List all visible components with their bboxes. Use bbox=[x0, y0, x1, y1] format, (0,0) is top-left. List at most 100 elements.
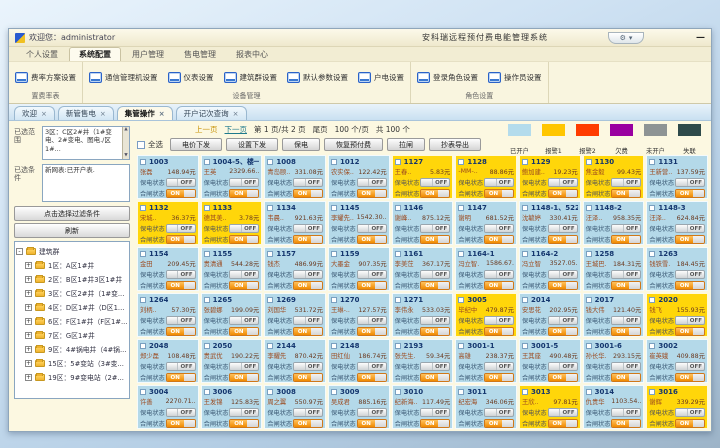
toolbar-button[interactable]: 设置下发 bbox=[226, 138, 278, 151]
protect-toggle[interactable]: OFF bbox=[548, 270, 578, 279]
protect-toggle[interactable]: OFF bbox=[166, 408, 196, 417]
protect-toggle[interactable]: OFF bbox=[484, 316, 514, 325]
tree-item[interactable]: + 2区：B区1#井3区1#井 bbox=[16, 272, 128, 286]
switch-toggle[interactable]: ON bbox=[611, 327, 641, 336]
protect-toggle[interactable]: OFF bbox=[484, 224, 514, 233]
filter-button[interactable]: 点击选择过滤条件 bbox=[14, 206, 130, 221]
meter-card[interactable]: 1145 李耀先.. 1542.30.. 保电状态 OFF 合闸状态 ON bbox=[328, 201, 390, 245]
card-checkbox[interactable] bbox=[331, 343, 337, 349]
expand-icon[interactable]: + bbox=[25, 346, 32, 353]
protect-toggle[interactable]: OFF bbox=[420, 270, 450, 279]
expand-icon[interactable]: + bbox=[25, 318, 32, 325]
meter-card[interactable]: 1130 焦金毅 99.43元 保电状态 OFF 合闸状态 ON bbox=[583, 155, 645, 199]
card-checkbox[interactable] bbox=[586, 205, 592, 211]
switch-toggle[interactable]: ON bbox=[548, 281, 578, 290]
card-checkbox[interactable] bbox=[140, 343, 146, 349]
protect-toggle[interactable]: OFF bbox=[611, 178, 641, 187]
refresh-button[interactable]: 刷新 bbox=[14, 223, 130, 238]
switch-toggle[interactable]: ON bbox=[293, 373, 323, 382]
protect-toggle[interactable]: OFF bbox=[611, 408, 641, 417]
meter-card[interactable]: 3001-6 孙长华. 293.15元 保电状态 OFF 合闸状态 ON bbox=[583, 339, 645, 383]
card-checkbox[interactable] bbox=[140, 389, 146, 395]
meter-card[interactable]: 2017 钱大伟 121.40元 保电状态 OFF 合闸状态 ON bbox=[583, 293, 645, 337]
card-checkbox[interactable] bbox=[458, 343, 464, 349]
switch-toggle[interactable]: ON bbox=[229, 281, 259, 290]
switch-toggle[interactable]: ON bbox=[484, 189, 514, 198]
menu-tab[interactable]: 报表中心 bbox=[227, 48, 277, 61]
meter-card[interactable]: 1003 张磊 148.94元 保电状态 OFF 合闸状态 ON bbox=[137, 155, 199, 199]
switch-toggle[interactable]: ON bbox=[611, 419, 641, 428]
card-checkbox[interactable] bbox=[204, 297, 210, 303]
card-checkbox[interactable] bbox=[522, 251, 528, 257]
meter-card[interactable]: 2144 李耀先 870.42元 保电状态 OFF 合闸状态 ON bbox=[264, 339, 326, 383]
meter-card[interactable]: 2014 安思花 202.95元 保电状态 OFF 合闸状态 ON bbox=[519, 293, 581, 337]
protect-toggle[interactable]: OFF bbox=[293, 224, 323, 233]
card-checkbox[interactable] bbox=[331, 251, 337, 257]
protect-toggle[interactable]: OFF bbox=[484, 362, 514, 371]
protect-toggle[interactable]: OFF bbox=[166, 316, 196, 325]
card-checkbox[interactable] bbox=[331, 389, 337, 395]
meter-card[interactable]: 1263 钱铁雪. 184.45元 保电状态 OFF 合闸状态 ON bbox=[646, 247, 708, 291]
card-checkbox[interactable] bbox=[395, 389, 401, 395]
protect-toggle[interactable]: OFF bbox=[548, 362, 578, 371]
meter-card[interactable]: 1148-2 汪泽.. 958.35元 保电状态 OFF 合闸状态 ON bbox=[583, 201, 645, 245]
skin-button[interactable]: ⚙ ▾ bbox=[608, 32, 644, 44]
meter-card[interactable]: 1271 李伟永 533.03元 保电状态 OFF 合闸状态 ON bbox=[392, 293, 454, 337]
tree-item[interactable]: + 9区：4#锅电井（4#锅... bbox=[16, 342, 128, 356]
last-page-link[interactable]: 尾页 bbox=[313, 124, 328, 135]
protect-toggle[interactable]: OFF bbox=[166, 224, 196, 233]
switch-toggle[interactable]: ON bbox=[675, 327, 705, 336]
meter-card[interactable]: 2050 贵武优 190.22元 保电状态 OFF 合闸状态 ON bbox=[201, 339, 263, 383]
toolbar-button[interactable]: 保电 bbox=[282, 138, 320, 151]
switch-toggle[interactable]: ON bbox=[420, 373, 450, 382]
doc-tab[interactable]: 欢迎 × bbox=[14, 106, 55, 120]
switch-toggle[interactable]: ON bbox=[293, 419, 323, 428]
menu-tab[interactable]: 售电管理 bbox=[175, 48, 225, 61]
card-checkbox[interactable] bbox=[586, 159, 592, 165]
ribbon-button[interactable]: 户电设置 bbox=[358, 72, 404, 83]
protect-toggle[interactable]: OFF bbox=[357, 270, 387, 279]
protect-toggle[interactable]: OFF bbox=[293, 362, 323, 371]
protect-toggle[interactable]: OFF bbox=[293, 316, 323, 325]
protect-toggle[interactable]: OFF bbox=[484, 408, 514, 417]
card-checkbox[interactable] bbox=[267, 343, 273, 349]
switch-toggle[interactable]: ON bbox=[484, 235, 514, 244]
card-checkbox[interactable] bbox=[458, 251, 464, 257]
protect-toggle[interactable]: OFF bbox=[611, 270, 641, 279]
expand-icon[interactable]: + bbox=[25, 262, 32, 269]
meter-card[interactable]: 1161 李美茳 367.17元 保电状态 OFF 合闸状态 ON bbox=[392, 247, 454, 291]
card-checkbox[interactable] bbox=[395, 343, 401, 349]
tree-item[interactable]: + 1区：A区1#井 bbox=[16, 258, 128, 272]
tree-item[interactable]: + 15区：5#变站（3#变... bbox=[16, 356, 128, 370]
switch-toggle[interactable]: ON bbox=[420, 189, 450, 198]
protect-toggle[interactable]: OFF bbox=[611, 362, 641, 371]
switch-toggle[interactable]: ON bbox=[548, 373, 578, 382]
card-checkbox[interactable] bbox=[458, 159, 464, 165]
expand-icon[interactable]: + bbox=[25, 332, 32, 339]
meter-card[interactable]: 3013 王欣.. 97.81元 保电状态 OFF 合闸状态 ON bbox=[519, 385, 581, 429]
protect-toggle[interactable]: OFF bbox=[484, 178, 514, 187]
meter-card[interactable]: 1146 谢峰.. 875.12元 保电状态 OFF 合闸状态 ON bbox=[392, 201, 454, 245]
meter-card[interactable]: 1134 韦晨.. 921.63元 保电状态 OFF 合闸状态 ON bbox=[264, 201, 326, 245]
meter-card[interactable]: 1154 金田 209.45元 保电状态 OFF 合闸状态 ON bbox=[137, 247, 199, 291]
switch-toggle[interactable]: ON bbox=[229, 189, 259, 198]
protect-toggle[interactable]: OFF bbox=[675, 178, 705, 187]
protect-toggle[interactable]: OFF bbox=[357, 224, 387, 233]
switch-toggle[interactable]: ON bbox=[166, 373, 196, 382]
close-icon[interactable]: × bbox=[233, 110, 239, 118]
minimize-button[interactable]: — bbox=[696, 33, 705, 43]
ribbon-button[interactable]: 仪表设置 bbox=[168, 72, 214, 83]
card-checkbox[interactable] bbox=[522, 205, 528, 211]
meter-card[interactable]: 1132 宋城.. 36.37元 保电状态 OFF 合闸状态 ON bbox=[137, 201, 199, 245]
switch-toggle[interactable]: ON bbox=[675, 281, 705, 290]
protect-toggle[interactable]: OFF bbox=[484, 270, 514, 279]
meter-card[interactable]: 1270 王琳-.. 127.57元 保电状态 OFF 合闸状态 ON bbox=[328, 293, 390, 337]
card-checkbox[interactable] bbox=[649, 389, 655, 395]
protect-toggle[interactable]: OFF bbox=[166, 362, 196, 371]
meter-card[interactable]: 1008 青岛颐.. 331.08元 保电状态 OFF 合闸状态 ON bbox=[264, 155, 326, 199]
meter-card[interactable]: 3010 纪新海.. 117.49元 保电状态 OFF 合闸状态 ON bbox=[392, 385, 454, 429]
doc-tab[interactable]: 新管售电 × bbox=[58, 106, 114, 120]
card-checkbox[interactable] bbox=[140, 297, 146, 303]
toolbar-button[interactable]: 抄表导出 bbox=[429, 138, 481, 151]
card-checkbox[interactable] bbox=[140, 159, 146, 165]
